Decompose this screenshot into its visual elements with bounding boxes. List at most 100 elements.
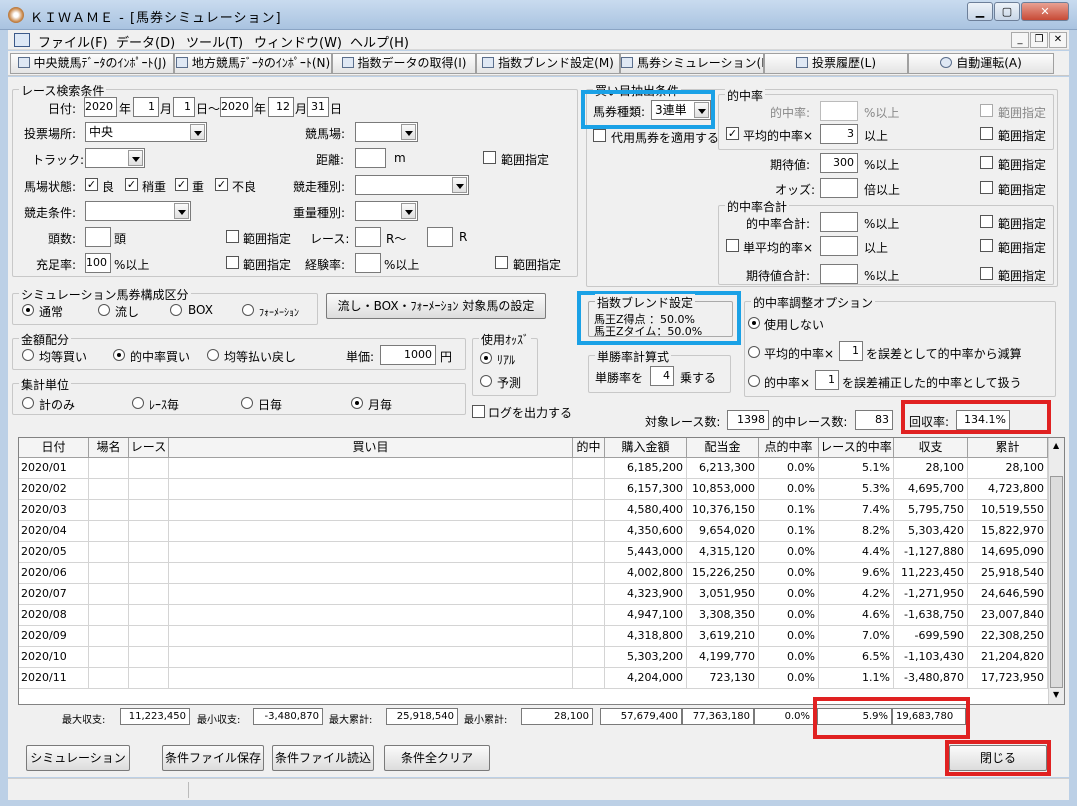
from-day-input[interactable]: 1 [173,97,195,117]
surface-select[interactable] [85,148,145,168]
amount-hit-radio[interactable] [113,349,125,361]
close-button[interactable]: 閉じる [949,745,1047,771]
scroll-down-icon[interactable]: ▼ [1053,690,1059,699]
menu-help[interactable]: ヘルプ(H) [350,32,409,51]
avg-hit-checkbox[interactable]: ✓ [726,127,739,140]
column-header-date[interactable]: 日付 [19,438,89,458]
odds-real-radio[interactable] [480,352,492,364]
agg-total-radio[interactable] [22,397,34,409]
race-from-input[interactable] [355,227,381,247]
menu-tools[interactable]: ツール(T) [186,32,243,51]
load-conditions-button[interactable]: 条件ファイル読込 [272,745,374,771]
sim-flow-radio[interactable] [98,304,110,316]
hit-rate-input[interactable] [820,101,858,121]
substitute-checkbox[interactable] [593,129,606,142]
flow-target-settings-button[interactable]: 流し・BOX・ﾌｫｰﾒｰｼｮﾝ 対象馬の設定 [326,293,546,319]
cond-heavy-checkbox[interactable]: ✓ [175,178,188,191]
scroll-up-icon[interactable]: ▲ [1053,441,1059,450]
adjust-subtract-input[interactable]: 1 [839,341,863,361]
sim-box-radio[interactable] [170,304,182,316]
cond-good-checkbox[interactable]: ✓ [85,178,98,191]
track-select[interactable] [355,122,418,142]
adjust-none-radio[interactable] [748,317,760,329]
mdi-close-icon[interactable]: ✕ [1049,32,1067,48]
column-header-profit[interactable]: 収支 [894,438,968,458]
to-month-input[interactable]: 12 [268,97,294,117]
amount-equal-radio[interactable] [22,349,34,361]
race-to-input[interactable] [427,227,453,247]
ev-input[interactable]: 300 [820,153,858,173]
agg-month-radio[interactable] [351,397,363,409]
column-header-cumulative[interactable]: 累計 [968,438,1048,458]
single-avg-checkbox[interactable] [726,239,739,252]
heads-input[interactable] [85,227,111,247]
column-header-payout[interactable]: 配当金 [687,438,759,458]
table-scrollbar[interactable]: ▲ ▼ [1048,438,1064,704]
hit-sum-input[interactable] [820,212,858,232]
single-avg-input[interactable] [820,236,858,256]
auto-run-button[interactable]: 自動運転(A) [908,53,1054,74]
single-rate-input[interactable]: 4 [650,366,674,386]
ticket-type-select[interactable]: 3連単 [651,100,711,120]
agg-day-radio[interactable] [241,397,253,409]
amount-payout-radio[interactable] [207,349,219,361]
exp-rate-input[interactable] [355,253,381,273]
distance-range-checkbox[interactable] [483,151,496,164]
to-day-input[interactable]: 31 [307,97,329,117]
avg-hit-range-checkbox[interactable] [980,127,993,140]
unit-price-input[interactable]: 1000 [380,345,436,365]
from-month-input[interactable]: 1 [133,97,159,117]
import-central-button[interactable]: 中央競馬ﾃﾞｰﾀのｲﾝﾎﾟｰﾄ(J) [10,53,174,74]
scroll-thumb[interactable] [1050,476,1063,688]
ev-sum-range-checkbox[interactable] [980,267,993,280]
fill-rate-input[interactable]: 100 [85,253,111,273]
menu-data[interactable]: データ(D) [116,32,175,51]
heads-range-checkbox[interactable] [226,230,239,243]
import-local-button[interactable]: 地方競馬ﾃﾞｰﾀのｲﾝﾎﾟｰﾄ(N) [174,53,332,74]
mdi-restore-icon[interactable]: ❐ [1030,32,1048,48]
close-window-button[interactable]: ✕ [1021,2,1069,21]
race-type-select[interactable] [355,175,469,195]
minimize-button[interactable]: ▁ [967,2,993,21]
mdi-minimize-icon[interactable]: _ [1011,32,1029,48]
adjust-correct-input[interactable]: 1 [815,370,839,390]
fill-range-checkbox[interactable] [226,256,239,269]
column-header-venue[interactable]: 場名 [89,438,129,458]
distance-input[interactable] [355,148,386,168]
odds-forecast-radio[interactable] [480,375,492,387]
single-avg-range-checkbox[interactable] [980,239,993,252]
log-output-checkbox[interactable] [472,405,485,418]
ev-sum-input[interactable] [820,264,858,284]
sim-formation-radio[interactable] [242,304,254,316]
venue-select[interactable]: 中央 [85,122,207,142]
hit-range-checkbox[interactable] [980,104,993,117]
cond-bad-checkbox[interactable]: ✓ [215,178,228,191]
blend-settings-button[interactable]: 指数ブレンド設定(M) [476,53,620,74]
clear-conditions-button[interactable]: 条件全クリア [384,745,490,771]
run-simulation-button[interactable]: シミュレーション [26,745,130,771]
ev-range-checkbox[interactable] [980,156,993,169]
column-header-point-hit[interactable]: 点的中率 [759,438,819,458]
hit-sum-range-checkbox[interactable] [980,215,993,228]
odds-input[interactable] [820,178,858,198]
from-year-input[interactable]: 2020 [84,97,117,117]
agg-race-radio[interactable] [132,397,144,409]
save-conditions-button[interactable]: 条件ファイル保存 [162,745,264,771]
fetch-index-button[interactable]: 指数データの取得(I) [332,53,476,74]
weight-select[interactable] [355,201,418,221]
column-header-race[interactable]: レース [129,438,169,458]
odds-range-checkbox[interactable] [980,181,993,194]
menu-window[interactable]: ウィンドウ(W) [254,32,342,51]
to-year-input[interactable]: 2020 [220,97,253,117]
avg-hit-input[interactable]: 3 [820,124,858,144]
menu-file[interactable]: ファイル(F) [38,32,108,51]
maximize-button[interactable]: ▢ [994,2,1020,21]
column-header-race-hit[interactable]: レース的中率 [819,438,894,458]
adjust-subtract-radio[interactable] [748,346,760,358]
simulation-button[interactable]: 馬券シミュレーション(B) [620,53,764,74]
exp-range-checkbox[interactable] [495,256,508,269]
column-header-purchase[interactable]: 購入金額 [605,438,687,458]
column-header-hit[interactable]: 的中 [573,438,605,458]
history-button[interactable]: 投票履歴(L) [764,53,908,74]
race-cond-select[interactable] [85,201,191,221]
